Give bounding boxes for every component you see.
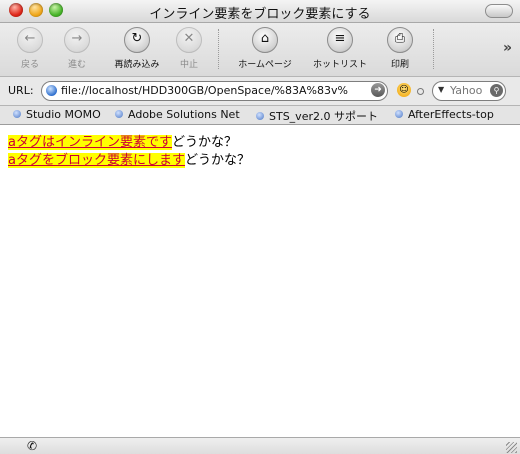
bookmark-item[interactable]: Studio MOMO [13, 108, 101, 121]
resize-grip-icon[interactable] [506, 442, 517, 453]
home-icon: ⌂ [252, 27, 278, 53]
hotlist-button[interactable]: ≡ ホットリスト [310, 27, 370, 70]
overflow-chevron-icon[interactable]: » [503, 40, 512, 56]
bookmark-item[interactable]: AfterEffects-top [395, 108, 494, 121]
left-arrow-icon: ← [17, 27, 43, 53]
phone-icon: ✆ [27, 439, 38, 453]
content-line: aタグをブロック要素にしますどうかな？ [8, 152, 250, 170]
url-input[interactable]: file://localhost/HDD300GB/OpenSpace/%83A… [41, 81, 388, 101]
bookmarks-bar: Studio MOMO Adobe Solutions Net STS_ver2… [0, 106, 520, 125]
print-label: 印刷 [390, 60, 409, 70]
reload-icon: ↻ [124, 27, 150, 53]
forward-label: 進む [67, 60, 86, 70]
search-icon[interactable]: ⚲ [490, 84, 503, 97]
status-bar: ✆ [0, 437, 520, 454]
reload-label: 再読み込み [114, 60, 160, 70]
toolbar-separator [218, 29, 219, 69]
toolbar: ← 戻る → 進む ↻ 再読み込み ✕ 中止 ⌂ ホームページ ≡ ホットリスト… [0, 23, 520, 77]
bookmark-label: Studio MOMO [26, 108, 101, 121]
inline-link[interactable]: aタグはインライン要素です [8, 135, 172, 150]
home-label: ホームページ [238, 60, 292, 70]
url-label: URL: [8, 84, 34, 97]
hotlist-label: ホットリスト [312, 60, 367, 70]
bookmark-label: STS_ver2.0 サポート [269, 110, 378, 123]
line-text: どうかな？ [171, 135, 237, 150]
search-input[interactable]: ▼ Yahoo ⚲ [432, 81, 506, 101]
list-icon: ≡ [327, 27, 353, 53]
stop-label: 中止 [179, 60, 198, 70]
stop-x-icon: ✕ [176, 27, 202, 53]
stop-button[interactable]: ✕ 中止 [159, 27, 219, 70]
page-content: aタグはインライン要素ですどうかな？ aタグをブロック要素にしますどうかな？ [0, 125, 520, 436]
bookmark-label: AfterEffects-top [408, 108, 494, 121]
bookmark-icon [13, 110, 21, 118]
bookmark-item[interactable]: STS_ver2.0 サポート [256, 108, 378, 124]
forward-button[interactable]: → 進む [47, 27, 107, 70]
bookmark-icon [395, 110, 403, 118]
browser-window: インライン要素をブロック要素にする ← 戻る → 進む ↻ 再読み込み ✕ 中止… [0, 0, 520, 454]
toolbar-toggle-button[interactable] [485, 4, 513, 18]
globe-icon [46, 85, 57, 96]
status-dot-icon [417, 88, 424, 95]
search-placeholder: Yahoo [450, 84, 483, 97]
line-text: どうかな？ [184, 153, 250, 168]
bookmark-item[interactable]: Adobe Solutions Net [115, 108, 240, 121]
right-arrow-icon: → [64, 27, 90, 53]
printer-icon: ⎙ [387, 27, 413, 53]
block-link[interactable]: aタグをブロック要素にします [8, 153, 185, 168]
toolbar-separator [433, 29, 434, 69]
content-line: aタグはインライン要素ですどうかな？ [8, 134, 237, 152]
url-text: file://localhost/HDD300GB/OpenSpace/%83A… [61, 84, 348, 97]
bookmark-icon [256, 112, 264, 120]
home-button[interactable]: ⌂ ホームページ [235, 27, 295, 70]
address-bar: URL: file://localhost/HDD300GB/OpenSpace… [0, 77, 520, 106]
reload-button[interactable]: ↻ 再読み込み [107, 27, 167, 70]
bookmark-icon [115, 110, 123, 118]
window-title: インライン要素をブロック要素にする [149, 7, 371, 22]
title-bar: インライン要素をブロック要素にする [0, 0, 520, 23]
chevron-down-icon[interactable]: ▼ [438, 85, 444, 94]
smiley-icon[interactable]: ☺ [397, 83, 411, 97]
bookmark-label: Adobe Solutions Net [128, 108, 240, 121]
print-button[interactable]: ⎙ 印刷 [370, 27, 430, 70]
go-arrow-icon[interactable]: ➜ [371, 83, 385, 97]
